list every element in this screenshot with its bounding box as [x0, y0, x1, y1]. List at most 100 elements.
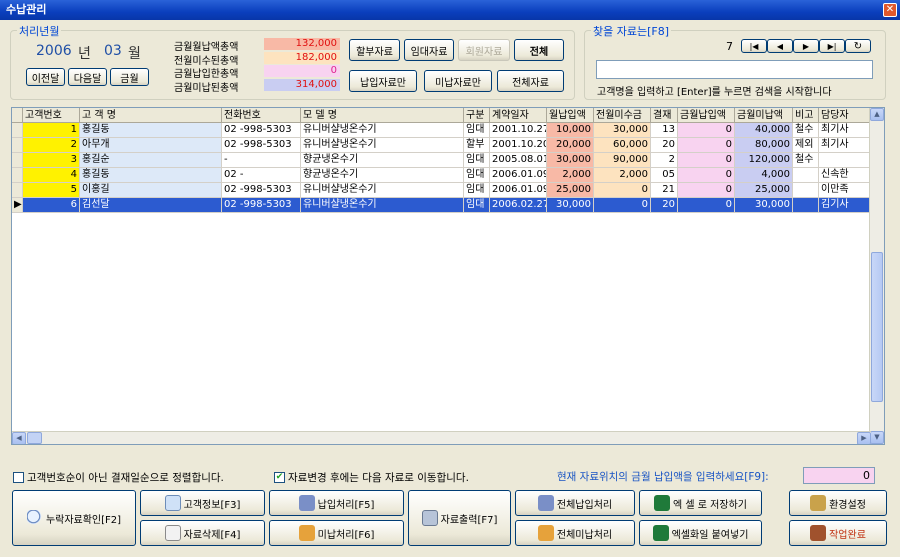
row-selector[interactable]: ▶ — [12, 198, 23, 213]
scroll-left-icon[interactable]: ◀ — [12, 432, 26, 444]
table-cell[interactable]: 02 -998-5303 — [222, 198, 301, 213]
table-cell[interactable]: 2,000 — [594, 168, 651, 183]
table-cell[interactable]: 25,000 — [547, 183, 594, 198]
payment-input[interactable]: 0 — [803, 467, 875, 484]
table-cell[interactable]: 90,000 — [594, 153, 651, 168]
sort-option[interactable]: 고객번호순이 아닌 결재일순으로 정렬합니다. — [13, 470, 224, 485]
next-record-button[interactable]: ▶ — [793, 39, 819, 53]
table-cell[interactable]: 2,000 — [547, 168, 594, 183]
table-cell[interactable]: 02 - — [222, 168, 301, 183]
move-option[interactable]: ✔ 자료변경 후에는 다음 자료로 이동합니다. — [274, 470, 469, 485]
table-cell[interactable]: - — [222, 153, 301, 168]
table-cell[interactable]: 0 — [594, 183, 651, 198]
search-input[interactable] — [596, 60, 873, 79]
row-selector[interactable] — [12, 153, 23, 168]
table-cell[interactable]: 철수 — [793, 123, 819, 138]
table-cell[interactable]: 2 — [23, 138, 80, 153]
table-cell[interactable]: 60,000 — [594, 138, 651, 153]
table-cell[interactable]: 임대 — [464, 183, 490, 198]
table-cell[interactable]: 최기사 — [819, 138, 871, 153]
row-selector[interactable] — [12, 138, 23, 153]
column-header[interactable]: 월납입액 — [547, 108, 594, 123]
member-button[interactable]: 회원자료 — [458, 39, 510, 61]
all-pay-button[interactable]: 전체납입처리 — [515, 490, 635, 516]
vertical-scrollbar[interactable]: ▲ ▼ — [869, 108, 884, 444]
table-cell[interactable]: 홍길동 — [80, 123, 222, 138]
current-month-button[interactable]: 금월 — [110, 68, 149, 86]
table-cell[interactable]: 이만족 — [819, 183, 871, 198]
table-cell[interactable] — [793, 168, 819, 183]
table-cell[interactable]: 유니버샬냉온수기 — [301, 183, 464, 198]
refresh-icon[interactable]: ↻ — [845, 39, 871, 53]
settings-button[interactable]: 환경설정 — [789, 490, 887, 516]
table-cell[interactable]: 임대 — [464, 123, 490, 138]
excel-paste-button[interactable]: 엑셀화일 붙여넣기 — [639, 520, 762, 546]
table-cell[interactable]: 5 — [23, 183, 80, 198]
table-cell[interactable]: 4,000 — [735, 168, 793, 183]
table-cell[interactable]: 30,000 — [735, 198, 793, 213]
scroll-right-icon[interactable]: ▶ — [857, 432, 871, 444]
table-cell[interactable]: 향균냉온수기 — [301, 153, 464, 168]
rental-button[interactable]: 임대자료 — [404, 39, 454, 61]
all-unpaid-button[interactable]: 전체미납처리 — [515, 520, 635, 546]
next-month-button[interactable]: 다음달 — [68, 68, 107, 86]
table-cell[interactable]: 6 — [23, 198, 80, 213]
row-selector[interactable] — [12, 183, 23, 198]
table-cell[interactable]: 120,000 — [735, 153, 793, 168]
table-cell[interactable]: 05 — [651, 168, 678, 183]
table-cell[interactable]: 20,000 — [547, 138, 594, 153]
installment-button[interactable]: 할부자료 — [349, 39, 400, 61]
scroll-down-icon[interactable]: ▼ — [870, 431, 884, 444]
prev-record-button[interactable]: ◀ — [767, 39, 793, 53]
table-cell[interactable]: 김기사 — [819, 198, 871, 213]
table-cell[interactable]: 임대 — [464, 198, 490, 213]
table-cell[interactable]: 유니버샬냉온수기 — [301, 198, 464, 213]
horizontal-scrollbar[interactable]: ◀ ▶ — [12, 431, 871, 444]
table-cell[interactable]: 유니버샬냉온수기 — [301, 138, 464, 153]
table-cell[interactable]: 0 — [678, 168, 735, 183]
column-header[interactable]: 전화번호 — [222, 108, 301, 123]
table-cell[interactable]: 임대 — [464, 168, 490, 183]
table-cell[interactable]: 30,000 — [594, 123, 651, 138]
sort-checkbox[interactable] — [13, 472, 24, 483]
done-button[interactable]: 작업완료 — [789, 520, 887, 546]
table-cell[interactable]: 2006.01.09 — [490, 183, 547, 198]
column-header[interactable]: 계약일자 — [490, 108, 547, 123]
prev-month-button[interactable]: 이전달 — [26, 68, 65, 86]
excel-save-button[interactable]: 엑 셀 로 저장하기 — [639, 490, 762, 516]
column-header[interactable]: 모 델 명 — [301, 108, 464, 123]
row-selector[interactable] — [12, 123, 23, 138]
table-cell[interactable]: 홍길순 — [80, 153, 222, 168]
payment-table[interactable]: 고객번호 고 객 명 전화번호 모 델 명 구분 계약일자 월납입액 전월미수금 결재 금월납입액… — [11, 107, 885, 445]
table-cell[interactable]: 2001.10.27 — [490, 123, 547, 138]
table-cell[interactable]: 40,000 — [735, 123, 793, 138]
table-cell[interactable]: 13 — [651, 123, 678, 138]
table-cell[interactable]: 21 — [651, 183, 678, 198]
table-cell[interactable]: 0 — [678, 183, 735, 198]
table-cell[interactable] — [793, 183, 819, 198]
table-cell[interactable]: 0 — [678, 153, 735, 168]
table-cell[interactable]: 0 — [594, 198, 651, 213]
column-header[interactable]: 비고 — [793, 108, 819, 123]
table-cell[interactable]: 유니버샬냉온수기 — [301, 123, 464, 138]
table-cell[interactable]: 2 — [651, 153, 678, 168]
column-header[interactable]: 결재 — [651, 108, 678, 123]
table-cell[interactable]: 0 — [678, 198, 735, 213]
unpaid-only-button[interactable]: 미납자료만 — [424, 70, 492, 92]
customer-info-button[interactable]: 고객정보[F3] — [140, 490, 265, 516]
table-cell[interactable]: 30,000 — [547, 198, 594, 213]
table-cell[interactable]: 임대 — [464, 153, 490, 168]
column-header[interactable]: 금월미납액 — [735, 108, 793, 123]
table-cell[interactable]: 02 -998-5303 — [222, 183, 301, 198]
table-cell[interactable]: 홍길동 — [80, 168, 222, 183]
table-cell[interactable]: 20 — [651, 198, 678, 213]
unpaid-button[interactable]: 미납처리[F6] — [269, 520, 404, 546]
move-checkbox[interactable]: ✔ — [274, 472, 285, 483]
scroll-thumb[interactable] — [871, 252, 883, 402]
column-header[interactable]: 전월미수금 — [594, 108, 651, 123]
table-cell[interactable]: 2006.02.27 — [490, 198, 547, 213]
table-cell[interactable]: 2005.08.01 — [490, 153, 547, 168]
table-cell[interactable]: 철수 — [793, 153, 819, 168]
table-cell[interactable]: 80,000 — [735, 138, 793, 153]
table-cell[interactable]: 신속한 — [819, 168, 871, 183]
